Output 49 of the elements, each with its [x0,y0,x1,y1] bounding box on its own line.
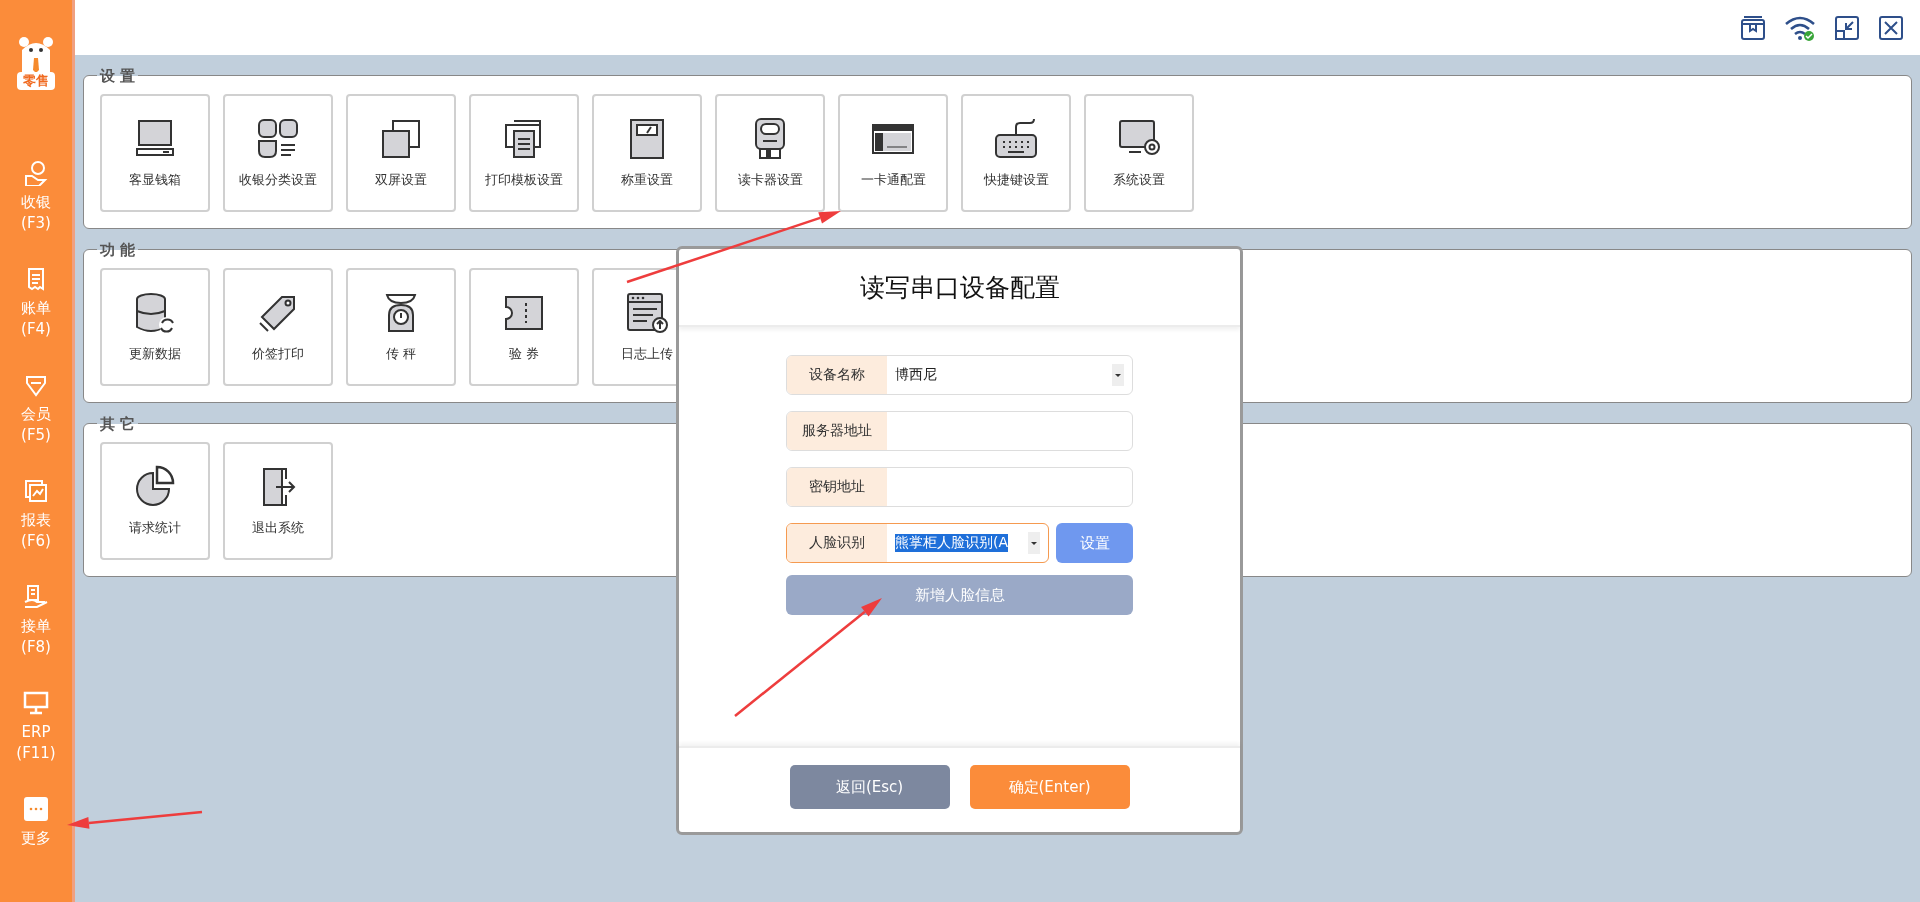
settings-tile[interactable]: 称重设置 [592,94,702,212]
keyboard-icon [994,117,1038,161]
monitor-icon [23,690,49,716]
database-sync-icon [133,291,177,335]
more-icon [23,796,49,822]
dropdown-caret-icon[interactable] [1112,364,1124,386]
field-label: 服务器地址 [787,412,887,450]
wifi-icon[interactable] [1784,14,1816,41]
settings-tile[interactable]: 传 秤 [346,268,456,386]
document-upload-icon [625,291,669,335]
hand-document-icon [23,584,49,610]
settings-tile[interactable]: 双屏设置 [346,94,456,212]
overlapping-squares-icon [379,117,423,161]
logo-text: 零售 [17,72,55,90]
section-title: 功 能 [97,242,139,258]
input-field[interactable]: 密钥地址 [786,467,1133,507]
settings-tile[interactable]: 系统设置 [1084,94,1194,212]
settings-tile[interactable]: 客显钱箱 [100,94,210,212]
input-field[interactable]: 服务器地址 [786,411,1133,451]
back-button[interactable]: 返回(Esc) [789,765,950,809]
section-title: 其 它 [97,416,139,432]
settings-tile[interactable]: 退出系统 [223,442,333,560]
shapes-list-icon [256,117,300,161]
field-label: 人脸识别 [787,524,887,562]
dropdown-caret-icon[interactable] [1028,532,1040,554]
select-field[interactable]: 设备名称 博西尼 [786,355,1133,395]
field-label: 设备名称 [787,356,887,394]
settings-tile[interactable]: 验 券 [469,268,579,386]
settings-tile[interactable]: 更新数据 [100,268,210,386]
settings-tile[interactable]: 打印模板设置 [469,94,579,212]
settings-tile[interactable]: 读卡器设置 [715,94,825,212]
cash-hand-icon [23,160,49,186]
dialog-title: 读写串口设备配置 [859,271,1060,304]
select-field[interactable]: 人脸识别 熊掌柜人脸识别(A [786,523,1049,563]
bear-logo-icon [18,36,54,74]
book-icon[interactable] [1740,14,1766,41]
field-value: 熊掌柜人脸识别(A [895,534,1009,552]
section-title: 设 置 [97,68,139,84]
settings-tile[interactable]: 一卡通配置 [838,94,948,212]
settings-tile[interactable]: 收银分类设置 [223,94,333,212]
close-icon[interactable] [1878,14,1904,41]
minimize-window-icon[interactable] [1834,14,1860,41]
field-label: 密钥地址 [787,468,887,506]
settings-tile[interactable]: 价签打印 [223,268,333,386]
field-value: 博西尼 [895,366,937,384]
settings-tile[interactable]: 请求统计 [100,442,210,560]
settings-tile[interactable]: 快捷键设置 [961,94,1071,212]
pie-chart-icon [133,465,177,509]
chart-icon [23,478,49,504]
